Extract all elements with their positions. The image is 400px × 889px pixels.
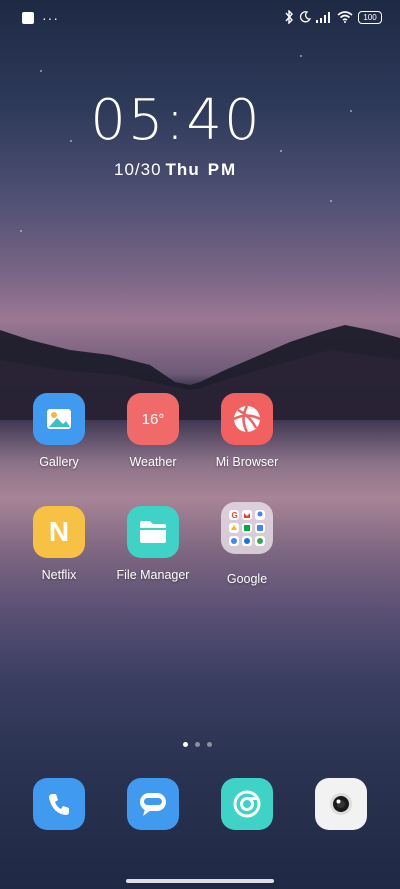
page-dot — [195, 742, 200, 747]
app-label: Gallery — [39, 455, 79, 469]
app-label: Google — [226, 572, 268, 586]
app-label: Netflix — [41, 568, 77, 582]
app-file-manager[interactable]: File Manager — [106, 506, 200, 582]
chrome-icon[interactable] — [221, 778, 273, 830]
weather-icon: 16° — [127, 393, 179, 445]
home-gesture-bar[interactable] — [126, 879, 274, 883]
messages-icon[interactable] — [127, 778, 179, 830]
bluetooth-icon — [285, 10, 293, 24]
browser-icon — [221, 393, 273, 445]
status-bar: ··· 100 — [0, 0, 400, 38]
lockscreen-clock[interactable]: 05:40 — [0, 88, 352, 153]
app-label: Weather — [129, 455, 177, 469]
app-label: Mi Browser — [215, 455, 279, 469]
clock-ampm: PM — [207, 160, 238, 179]
clock-date-row: 10/30 Thu PM — [114, 160, 237, 180]
clock-weekday: Thu — [165, 160, 200, 179]
page-dot-active — [183, 742, 188, 747]
app-weather[interactable]: 16° Weather — [106, 393, 200, 469]
more-notifications-icon: ··· — [42, 10, 59, 26]
google-folder-icon: G — [221, 502, 273, 554]
page-dot — [207, 742, 212, 747]
wifi-icon — [337, 11, 353, 23]
app-label: File Manager — [116, 568, 190, 582]
signal-icon — [316, 12, 330, 23]
netflix-icon: N — [33, 506, 85, 558]
app-google-folder[interactable]: G Google — [200, 502, 294, 586]
app-mi-browser[interactable]: Mi Browser — [200, 393, 294, 469]
moon-icon — [299, 11, 311, 23]
app-netflix[interactable]: N Netflix — [12, 506, 106, 582]
camera-icon[interactable] — [315, 778, 367, 830]
clock-date: 10/30 — [114, 160, 162, 179]
square-notification-icon — [22, 12, 34, 24]
app-gallery[interactable]: Gallery — [12, 393, 106, 469]
clock-time: 05:40 — [90, 88, 262, 153]
gallery-icon — [33, 393, 85, 445]
svg-text:G: G — [232, 511, 238, 520]
page-indicator — [183, 742, 212, 747]
phone-icon[interactable] — [33, 778, 85, 830]
battery-icon: 100 — [358, 10, 382, 24]
folder-icon — [127, 506, 179, 558]
